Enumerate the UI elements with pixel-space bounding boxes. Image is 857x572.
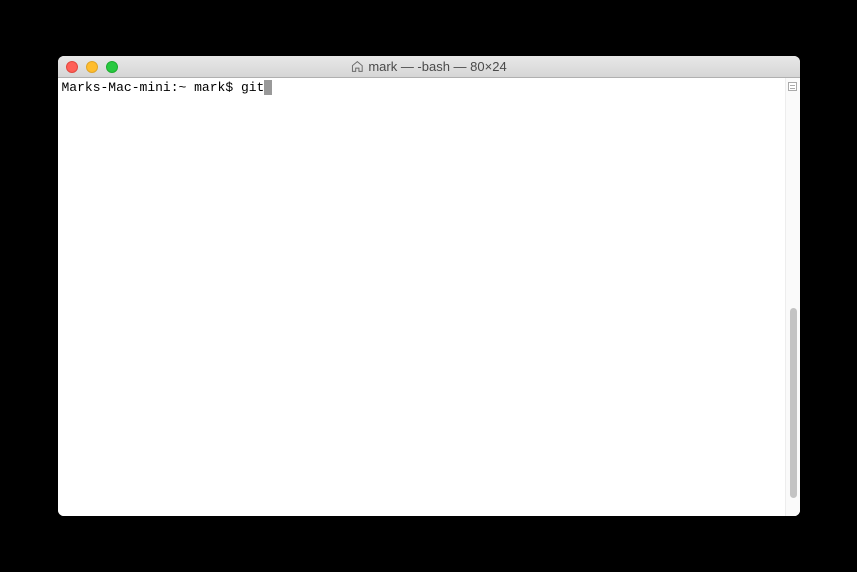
window-titlebar[interactable]: mark — -bash — 80×24 [58,56,800,78]
traffic-lights [66,61,118,73]
terminal-window: mark — -bash — 80×24 Marks-Mac-mini:~ ma… [58,56,800,516]
command-input[interactable]: git [241,80,264,95]
cursor [264,80,272,95]
window-title: mark — -bash — 80×24 [350,59,506,74]
scroll-indicator-icon [788,82,797,91]
shell-prompt: Marks-Mac-mini:~ mark$ [62,80,241,95]
close-button[interactable] [66,61,78,73]
maximize-button[interactable] [106,61,118,73]
terminal-body: Marks-Mac-mini:~ mark$ git [58,78,800,516]
scrollbar-thumb[interactable] [790,308,797,498]
terminal-content[interactable]: Marks-Mac-mini:~ mark$ git [58,78,785,516]
home-icon [350,60,363,73]
minimize-button[interactable] [86,61,98,73]
scrollbar[interactable] [785,78,800,516]
window-title-text: mark — -bash — 80×24 [368,59,506,74]
